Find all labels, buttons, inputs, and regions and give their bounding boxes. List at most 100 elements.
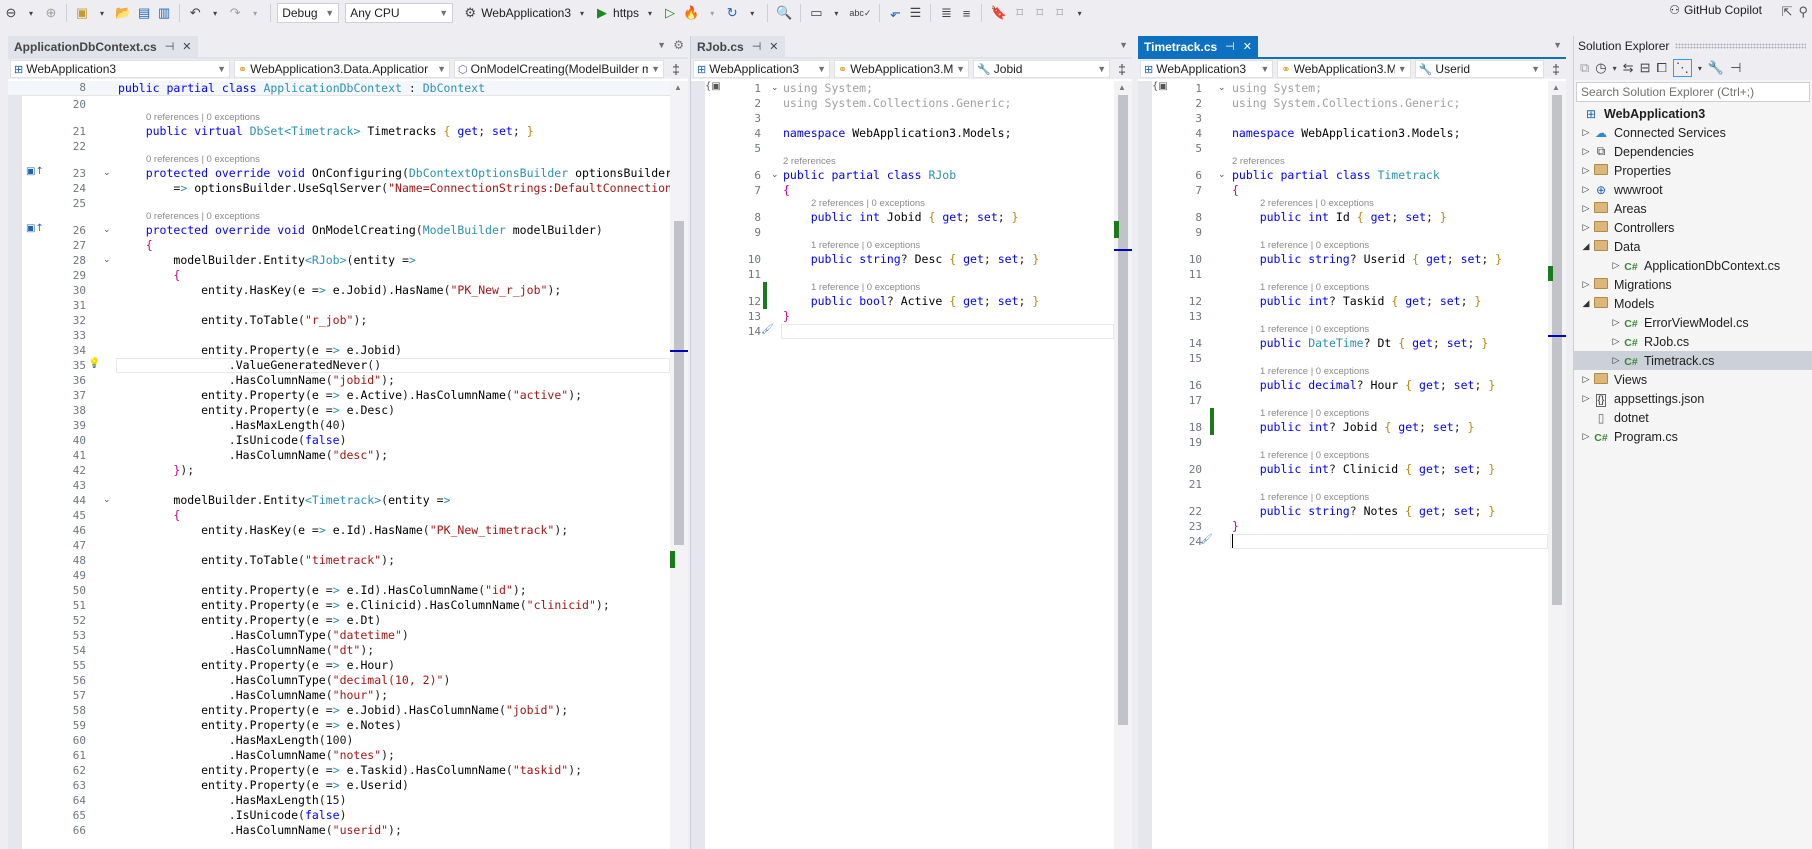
expand-arrow-icon[interactable]: ▷	[1580, 184, 1592, 195]
vertical-scrollbar[interactable]: ▲	[1114, 81, 1132, 849]
code-line[interactable]: 60 .HasMaxLength(100)	[8, 733, 670, 748]
hot-reload-icon[interactable]: 🔥	[681, 2, 701, 24]
code-line[interactable]: 17	[1138, 393, 1548, 408]
pin-icon[interactable]: ⊣	[1225, 40, 1235, 53]
tree-item-migrations[interactable]: ▷ Migrations	[1574, 275, 1812, 294]
code-line[interactable]: 64 .HasMaxLength(15)	[8, 793, 670, 808]
navigate-back-button[interactable]: ⊖	[2, 2, 20, 24]
fold-chevron-icon[interactable]: ⌄	[103, 495, 111, 505]
code-line[interactable]: 10 public string? Userid { get; set; }	[1138, 252, 1548, 267]
member-combo[interactable]: 🔧 Userid ▼	[1414, 60, 1545, 78]
code-line[interactable]: 20	[8, 97, 670, 112]
step-into-icon[interactable]: ⬐	[886, 2, 904, 24]
code-line[interactable]: 8 public int Jobid { get; set; }	[691, 210, 1114, 225]
project-combo[interactable]: ⊞ WebApplication3 ▼	[10, 60, 230, 78]
usings-glyph-icon[interactable]: {▣	[1152, 81, 1168, 92]
code-line[interactable]: 13}	[691, 309, 1114, 324]
type-combo[interactable]: ⚭ WebApplication3.M ▼	[1277, 60, 1411, 78]
code-line[interactable]: 6 public partial class Timetrack	[1138, 168, 1548, 183]
code-line[interactable]: 1 using System;	[1138, 81, 1548, 96]
code-line[interactable]: 58 entity.Property(e => e.Jobid).HasColu…	[8, 703, 670, 718]
code-line[interactable]: 47	[8, 538, 670, 553]
scroll-up-icon[interactable]: ▲	[674, 83, 682, 92]
tree-item-timetrack-cs[interactable]: ▷ C# Timetrack.cs	[1574, 351, 1812, 370]
code-line[interactable]: 14 public DateTime? Dt { get; set; }	[1138, 336, 1548, 351]
view-dropdown[interactable]: ▾	[1698, 64, 1702, 73]
code-line[interactable]: 25	[8, 196, 670, 211]
expand-arrow-icon[interactable]: ▷	[1580, 203, 1592, 214]
spell-check-icon[interactable]: abc✓	[847, 2, 873, 24]
code-line[interactable]: 7{	[691, 183, 1114, 198]
codelens-references[interactable]: 1 reference | 0 exceptions	[1260, 450, 1369, 462]
code-line[interactable]: 62 entity.Property(e => e.Taskid).HasCol…	[8, 763, 670, 778]
tab-timetrack[interactable]: Timetrack.cs ⊣ ✕	[1138, 36, 1258, 57]
codelens-references[interactable]: 1 reference | 0 exceptions	[1260, 324, 1369, 336]
tree-item-wwwroot[interactable]: ▷ ⊕ wwwroot	[1574, 180, 1812, 199]
code-line[interactable]: 20 public int? Clinicid { get; set; }	[1138, 462, 1548, 477]
code-line[interactable]: 41 .HasColumnName("desc");	[8, 448, 670, 463]
tab-rjob[interactable]: RJob.cs ⊣ ✕	[691, 36, 785, 57]
expand-arrow-icon[interactable]: ▷	[1580, 279, 1592, 290]
comment-lines-icon[interactable]: ≣	[937, 2, 955, 24]
code-line[interactable]: 38 entity.Property(e => e.Desc)	[8, 403, 670, 418]
new-project-icon[interactable]: ▣	[73, 2, 91, 24]
code-line[interactable]: 22 public string? Notes { get; set; }	[1138, 504, 1548, 519]
startup-project-dropdown[interactable]: ▾	[573, 2, 591, 24]
expand-arrow-icon[interactable]: ▷	[1610, 355, 1622, 366]
code-line[interactable]: 22	[8, 139, 670, 154]
code-line[interactable]: 5	[691, 141, 1114, 156]
tree-item-applicationdbcontext-cs[interactable]: ▷ C# ApplicationDbContext.cs	[1574, 256, 1812, 275]
tab-list-dropdown[interactable]: ▼	[657, 40, 666, 50]
save-all-icon[interactable]: ▥	[155, 2, 173, 24]
find-in-files-icon[interactable]: 🔍	[774, 2, 794, 24]
codelens-references[interactable]: 2 references | 0 exceptions	[1260, 198, 1374, 210]
pin-icon[interactable]: ⊣	[752, 40, 762, 53]
fold-chevron-icon[interactable]: ⌄	[103, 225, 111, 235]
expand-arrow-icon[interactable]: ▷	[1580, 222, 1592, 233]
pin-icon[interactable]: ⊣	[165, 40, 175, 53]
collapse-all-icon[interactable]: ⊟	[1640, 60, 1651, 76]
code-line[interactable]: 21 public virtual DbSet<Timetrack> Timet…	[8, 124, 670, 139]
codelens-references[interactable]: 1 reference | 0 exceptions	[811, 282, 920, 294]
code-line[interactable]: 37 entity.Property(e => e.Active).HasCol…	[8, 388, 670, 403]
fold-chevron-icon[interactable]: ⌄	[103, 168, 111, 178]
next-bookmark-icon[interactable]: ⌑	[1031, 2, 1049, 24]
code-line[interactable]: 46 entity.HasKey(e => e.Id).HasName("PK_…	[8, 523, 670, 538]
expand-arrow-icon[interactable]: ▷	[1580, 393, 1592, 404]
pin-panel-icon[interactable]: ⊣	[1730, 60, 1741, 76]
browser-link-icon[interactable]: ▭	[807, 2, 825, 24]
code-editor[interactable]: 1 using System; 2 using System.Collections.…	[1138, 81, 1548, 849]
code-editor[interactable]: 8 public partial class ApplicationDbConte…	[8, 81, 670, 849]
code-line[interactable]: 30 entity.HasKey(e => e.Jobid).HasName("…	[8, 283, 670, 298]
code-line[interactable]: 42 });	[8, 463, 670, 478]
undo-dropdown[interactable]: ▾	[206, 2, 224, 24]
run-profile-dropdown[interactable]: ▾	[641, 2, 659, 24]
code-line[interactable]: 27 {	[8, 238, 670, 253]
tree-item-views[interactable]: ▷ Views	[1574, 370, 1812, 389]
codelens-references[interactable]: 1 reference | 0 exceptions	[1260, 282, 1369, 294]
switch-views-icon[interactable]: ⧉	[1580, 60, 1589, 76]
sticky-scroll-line[interactable]: 8 public partial class ApplicationDbConte…	[8, 81, 670, 96]
code-line[interactable]: 31	[8, 298, 670, 313]
split-window-button[interactable]: ‡	[668, 61, 684, 77]
code-line[interactable]: 2 using System.Collections.Generic;	[1138, 96, 1548, 111]
code-editor[interactable]: 1 using System; 2 using System.Collections.…	[691, 81, 1114, 849]
code-line[interactable]: 19	[1138, 435, 1548, 450]
vertical-scrollbar[interactable]: ▲	[670, 81, 688, 849]
code-line[interactable]: 33	[8, 328, 670, 343]
open-file-icon[interactable]: 📂	[113, 2, 133, 24]
codelens-references[interactable]: 2 references | 0 exceptions	[811, 198, 925, 210]
bookmark-icon[interactable]: 🔖	[988, 2, 1008, 24]
codelens-references[interactable]: 1 reference | 0 exceptions	[1260, 366, 1369, 378]
hot-reload-dropdown[interactable]: ▾	[703, 2, 721, 24]
outline-icon[interactable]: ☰	[906, 2, 924, 24]
settings-gear-icon[interactable]: ⚙	[673, 38, 684, 52]
code-line[interactable]: 6 public partial class RJob	[691, 168, 1114, 183]
close-icon[interactable]: ✕	[1243, 40, 1252, 53]
usings-glyph-icon[interactable]: {▣	[705, 81, 721, 92]
startup-project-button[interactable]: WebApplication3	[481, 6, 571, 20]
new-project-dropdown[interactable]: ▾	[93, 2, 111, 24]
redo-icon[interactable]: ↷	[226, 2, 244, 24]
navigate-back-dropdown[interactable]: ▾	[22, 2, 40, 24]
tree-item-controllers[interactable]: ▷ Controllers	[1574, 218, 1812, 237]
